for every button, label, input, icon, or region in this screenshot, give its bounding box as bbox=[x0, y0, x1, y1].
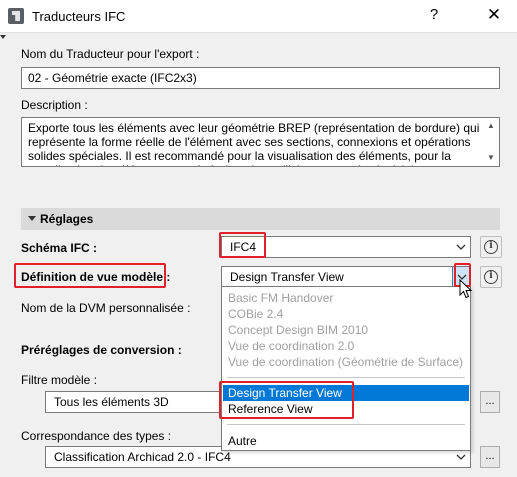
title-bar: Traducteurs IFC ? ✕ bbox=[0, 0, 517, 32]
dropdown-item-cobie: COBie 2.4 bbox=[228, 307, 284, 321]
ifc-schema-select[interactable]: IFC4 bbox=[221, 236, 471, 258]
scroll-down-icon[interactable]: ▼ bbox=[487, 154, 495, 162]
type-mapping-value: Classification Archicad 2.0 - IFC4 bbox=[54, 450, 231, 464]
dropdown-item-design-transfer-view[interactable]: Design Transfer View bbox=[223, 385, 469, 401]
mvd-value: Design Transfer View bbox=[230, 270, 344, 284]
dropdown-item-coordination-view-surface: Vue de coordination (Géométrie de Surfac… bbox=[228, 355, 464, 369]
conversion-presets-title: Préréglages de conversion : bbox=[21, 343, 182, 357]
custom-mvd-label: Nom de la DVM personnalisée : bbox=[21, 301, 191, 315]
dropdown-separator bbox=[227, 424, 465, 425]
model-filter-value: Tous les éléments 3D bbox=[54, 395, 169, 409]
dropdown-item-coordination-view: Vue de coordination 2.0 bbox=[228, 339, 355, 353]
close-button[interactable]: ✕ bbox=[484, 5, 504, 25]
description-scrollbar[interactable]: ▲ ▼ bbox=[483, 118, 499, 166]
chevron-down-icon bbox=[455, 241, 467, 253]
type-mapping-label: Correspondance des types : bbox=[21, 429, 172, 443]
type-mapping-browse-button[interactable]: ... bbox=[480, 446, 500, 468]
dropdown-item-autre[interactable]: Autre bbox=[223, 433, 469, 449]
archicad-app-icon bbox=[8, 8, 24, 24]
mvd-dropdown-list: Basic FM Handover COBie 2.4 Concept Desi… bbox=[221, 286, 471, 451]
dropdown-item-basic-fm-handover: Basic FM Handover bbox=[228, 291, 334, 305]
info-icon: i bbox=[484, 240, 498, 254]
scroll-up-icon[interactable]: ▲ bbox=[487, 122, 495, 130]
model-filter-browse-button[interactable]: ... bbox=[480, 391, 500, 413]
description-text: Exporte tous les éléments avec leur géom… bbox=[28, 121, 480, 166]
mvd-label: Définition de vue modèle : bbox=[21, 270, 171, 284]
chevron-down-icon bbox=[455, 451, 467, 463]
collapse-triangle-icon bbox=[28, 216, 36, 221]
mvd-select[interactable]: Design Transfer View bbox=[221, 266, 471, 288]
description-label: Description : bbox=[21, 98, 88, 112]
description-textarea[interactable]: Exporte tous les éléments avec leur géom… bbox=[21, 117, 500, 167]
ifc-schema-info-button[interactable]: i bbox=[480, 236, 502, 258]
ifc-schema-value: IFC4 bbox=[230, 240, 257, 254]
settings-section-header[interactable]: Réglages bbox=[21, 208, 500, 230]
translator-name-label: Nom du Traducteur pour l'export : bbox=[21, 47, 200, 61]
help-button[interactable]: ? bbox=[424, 6, 444, 26]
translator-name-input[interactable]: 02 - Géométrie exacte (IFC2x3) bbox=[21, 67, 500, 89]
mvd-info-button[interactable]: i bbox=[480, 266, 502, 288]
settings-section-title: Réglages bbox=[40, 212, 94, 226]
ifc-schema-label: Schéma IFC : bbox=[21, 241, 98, 255]
mouse-cursor-icon bbox=[459, 279, 472, 299]
dropdown-item-concept-design: Concept Design BIM 2010 bbox=[228, 323, 369, 337]
dropdown-item-reference-view[interactable]: Reference View bbox=[223, 401, 469, 417]
model-filter-label: Filtre modèle : bbox=[21, 373, 98, 387]
panel-marker-icon bbox=[0, 35, 6, 39]
window-title: Traducteurs IFC bbox=[32, 9, 126, 24]
dropdown-separator bbox=[227, 377, 465, 378]
info-icon: i bbox=[484, 270, 498, 284]
